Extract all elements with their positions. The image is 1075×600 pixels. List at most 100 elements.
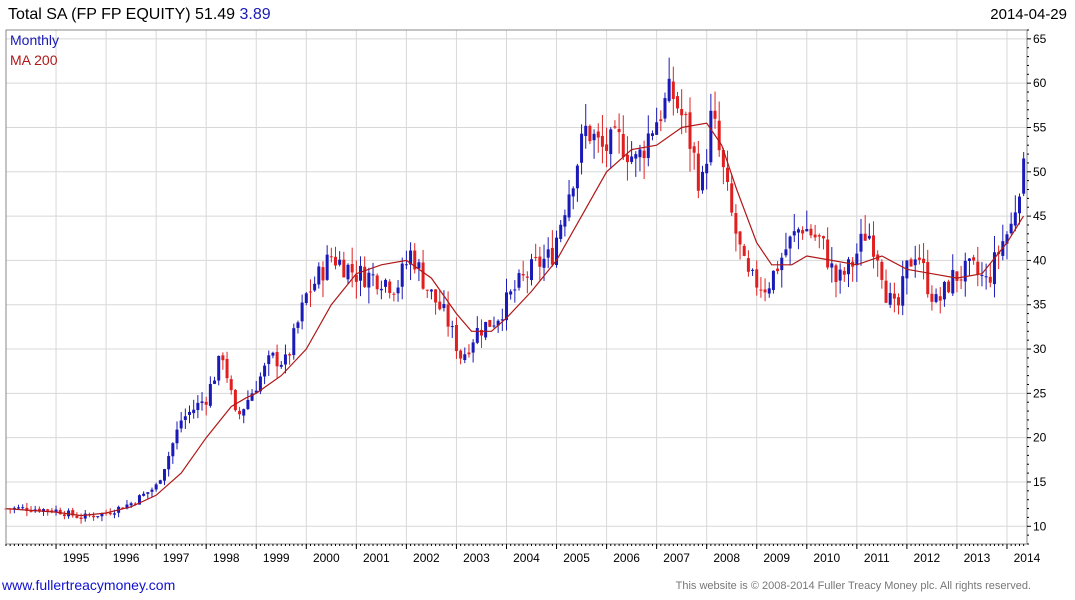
candle	[62, 510, 66, 520]
candle	[997, 245, 1001, 270]
candle	[304, 291, 308, 306]
candle	[972, 254, 976, 265]
candle-body	[429, 289, 433, 292]
candle-body	[917, 257, 921, 260]
candle	[1013, 195, 1017, 232]
candle-body	[688, 112, 692, 149]
candle-body	[425, 289, 429, 291]
candle-body	[300, 302, 304, 322]
candle	[901, 260, 905, 316]
candle	[742, 243, 746, 257]
candle-body	[759, 289, 763, 291]
candle	[538, 246, 542, 281]
candle	[42, 508, 46, 516]
candle	[580, 124, 584, 175]
candle-body	[634, 154, 638, 159]
candle	[346, 263, 350, 285]
candle	[646, 115, 650, 167]
candle	[726, 150, 730, 191]
candle	[371, 262, 375, 287]
candle	[525, 271, 529, 294]
candle	[438, 290, 442, 311]
candle-body	[217, 355, 221, 381]
candle-body	[813, 234, 817, 238]
candle	[922, 243, 926, 280]
candle-body	[830, 263, 834, 268]
candle	[830, 247, 834, 283]
candle-body	[296, 322, 300, 328]
candle	[96, 516, 100, 519]
candle-body	[200, 401, 204, 404]
candle	[359, 256, 363, 297]
x-tick-label: 2012	[914, 551, 941, 565]
candle	[934, 288, 938, 304]
candle-body	[792, 231, 796, 236]
candle	[313, 276, 317, 292]
candle	[897, 293, 901, 315]
x-tick-label: 1996	[113, 551, 140, 565]
candle-body	[655, 122, 659, 135]
candle	[238, 406, 242, 420]
candle-body	[475, 328, 479, 343]
candle-body	[96, 516, 100, 518]
candle	[630, 141, 634, 165]
candle-body	[338, 259, 342, 265]
candle-body	[988, 276, 992, 283]
x-tick-label: 2004	[513, 551, 540, 565]
site-link[interactable]: www.fullertreacymoney.com	[2, 577, 175, 593]
x-tick-label: 2007	[663, 551, 690, 565]
candle-body	[630, 156, 634, 162]
candle	[392, 292, 396, 302]
candle	[530, 253, 534, 286]
candle	[671, 66, 675, 116]
candle	[650, 130, 654, 141]
candle	[575, 163, 579, 202]
candle	[321, 261, 325, 298]
candle	[171, 442, 175, 464]
candle	[963, 252, 967, 297]
candle-body	[863, 233, 867, 241]
candle	[755, 260, 759, 296]
candle	[717, 101, 721, 157]
x-tick-label: 2005	[563, 551, 590, 565]
candle-body	[780, 257, 784, 271]
candle-body	[267, 355, 271, 365]
candle	[517, 269, 521, 291]
candle	[667, 57, 671, 103]
candle	[425, 289, 429, 298]
x-tick-label: 2008	[713, 551, 740, 565]
candle	[204, 396, 208, 416]
candle	[780, 252, 784, 288]
candle	[217, 355, 221, 386]
candle	[488, 319, 492, 328]
y-tick-label: 10	[1033, 519, 1047, 533]
candle-body	[801, 230, 805, 234]
candle	[759, 277, 763, 298]
candle-body	[463, 354, 467, 361]
candle	[450, 320, 454, 338]
candle	[275, 344, 279, 379]
y-tick-label: 25	[1033, 386, 1047, 400]
candle-body	[922, 258, 926, 264]
candle-body	[1022, 158, 1026, 194]
candle	[509, 289, 513, 300]
candle-body	[83, 513, 87, 519]
candle-body	[375, 275, 379, 290]
candle-body	[696, 153, 700, 191]
candle	[279, 360, 283, 369]
candle	[992, 236, 996, 298]
candle	[142, 491, 146, 497]
candle-body	[709, 110, 713, 163]
candle	[254, 380, 258, 394]
candle-body	[333, 256, 337, 266]
candle-body	[663, 98, 667, 119]
legend-ma-200: MA 200	[10, 52, 58, 68]
candle-body	[947, 281, 951, 293]
candle	[705, 149, 709, 190]
candle-body	[834, 265, 838, 283]
candle	[167, 451, 171, 477]
candle	[175, 421, 179, 450]
candle	[730, 174, 734, 216]
candle	[888, 282, 892, 308]
candle-body	[150, 489, 154, 492]
